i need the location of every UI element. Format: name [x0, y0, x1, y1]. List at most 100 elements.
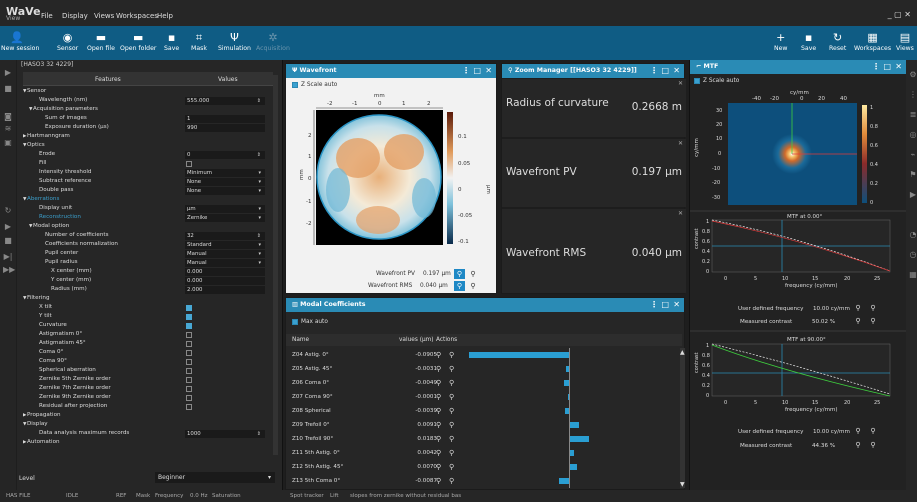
- pin-icon[interactable]: ⚲: [449, 363, 454, 375]
- pin-icon[interactable]: ⚲: [449, 475, 454, 487]
- property-row[interactable]: Y center (mm) 0.000: [23, 276, 273, 285]
- property-row[interactable]: Pupil radius Manual ▾: [23, 258, 273, 267]
- property-row[interactable]: ▼ Display: [23, 420, 273, 429]
- property-checkbox[interactable]: [186, 349, 192, 356]
- property-row[interactable]: Zernike 5th Zernike order: [23, 375, 273, 384]
- maximize-icon[interactable]: □: [473, 64, 481, 78]
- menu-file[interactable]: File: [41, 12, 53, 20]
- property-row[interactable]: Exposure duration (µs) 990: [23, 123, 273, 132]
- property-row[interactable]: ▼ Aberrations: [23, 195, 273, 204]
- property-value[interactable]: Minimum ▾: [185, 168, 265, 177]
- pin-icon[interactable]: ⚲: [868, 440, 878, 450]
- stop-icon[interactable]: ■: [3, 236, 13, 245]
- search-icon[interactable]: ⚲: [853, 316, 863, 326]
- property-row[interactable]: Zernike 7th Zernike order: [23, 384, 273, 393]
- refresh-icon[interactable]: ↻: [3, 206, 13, 215]
- property-checkbox[interactable]: [186, 358, 192, 365]
- panel-menu-icon[interactable]: ⋮: [650, 298, 658, 312]
- close-icon[interactable]: ✕: [895, 60, 902, 74]
- image-icon[interactable]: ▣: [3, 138, 13, 147]
- modal-scrollbar[interactable]: ▲ ▼: [680, 348, 686, 488]
- property-value[interactable]: 555.000 ⇕: [185, 96, 265, 105]
- mask-button[interactable]: ⌗ Mask: [191, 30, 207, 52]
- pin-icon[interactable]: ⚲: [449, 447, 454, 459]
- pin-icon[interactable]: ⚲: [449, 419, 454, 431]
- simulation-button[interactable]: Ψ Simulation: [218, 30, 251, 52]
- property-row[interactable]: X center (mm) 0.000: [23, 267, 273, 276]
- property-row[interactable]: Spherical aberration: [23, 366, 273, 375]
- property-checkbox[interactable]: [186, 403, 192, 410]
- search-icon[interactable]: ⚲: [436, 349, 441, 361]
- property-row[interactable]: ▼ Sensor: [23, 87, 273, 96]
- tool-icon[interactable]: ▦: [908, 270, 917, 279]
- search-icon[interactable]: ⚲: [436, 433, 441, 445]
- property-row[interactable]: Zernike 9th Zernike order: [23, 393, 273, 402]
- tool-icon[interactable]: ≣: [908, 110, 917, 119]
- stop-icon[interactable]: ■: [3, 84, 13, 93]
- dropdown-arrow-icon[interactable]: ▾: [258, 250, 261, 258]
- collapse-arrow-icon[interactable]: ▼: [29, 222, 32, 231]
- property-value[interactable]: 32 ⇕: [185, 231, 265, 240]
- new-session-button[interactable]: 👤 New session: [1, 30, 39, 52]
- property-value[interactable]: 0 ⇕: [185, 150, 265, 159]
- property-row[interactable]: Coma 0°: [23, 348, 273, 357]
- property-row[interactable]: Number of coefficients 32 ⇕: [23, 231, 273, 240]
- workspaces-button[interactable]: ▦ Workspaces: [854, 30, 891, 52]
- property-checkbox[interactable]: [186, 331, 192, 338]
- search-icon[interactable]: ⚲: [454, 281, 465, 291]
- property-row[interactable]: ▶ Automation: [23, 438, 273, 447]
- property-checkbox[interactable]: [186, 304, 192, 311]
- zscale-auto-checkbox[interactable]: [292, 82, 298, 88]
- search-icon[interactable]: ⚲: [436, 377, 441, 389]
- search-icon[interactable]: ⚲: [454, 269, 465, 279]
- property-row[interactable]: Curvature: [23, 321, 273, 330]
- maximize-icon[interactable]: □: [661, 64, 669, 78]
- save-workspace-button[interactable]: ▪ Save: [801, 30, 816, 52]
- property-row[interactable]: ▶ Propagation: [23, 411, 273, 420]
- collapse-arrow-icon[interactable]: ▼: [23, 141, 26, 150]
- pin-icon[interactable]: ⚲: [868, 303, 878, 313]
- acquisition-button[interactable]: ✲ Acquisition: [256, 30, 290, 52]
- property-row[interactable]: Wavelength (nm) 555.000 ⇕: [23, 96, 273, 105]
- property-row[interactable]: Double pass None ▾: [23, 186, 273, 195]
- pin-icon[interactable]: ⚲: [449, 461, 454, 473]
- close-icon[interactable]: ✕: [485, 64, 492, 78]
- search-icon[interactable]: ⚲: [436, 475, 441, 487]
- close-icon[interactable]: ✕: [673, 64, 680, 78]
- property-checkbox[interactable]: [186, 367, 192, 374]
- tool-icon[interactable]: ⌁: [908, 150, 917, 159]
- search-icon[interactable]: ⚲: [853, 426, 863, 436]
- pin-icon[interactable]: ⚲: [868, 316, 878, 326]
- maximize-icon[interactable]: □: [661, 298, 669, 312]
- tool-icon[interactable]: ◔: [908, 230, 917, 239]
- property-row[interactable]: Sum of images 1: [23, 114, 273, 123]
- property-checkbox[interactable]: [186, 160, 192, 167]
- next-icon[interactable]: ▶|: [3, 252, 13, 261]
- property-checkbox[interactable]: [186, 385, 192, 392]
- tool-icon[interactable]: ▶: [908, 190, 917, 199]
- property-row[interactable]: ▼ Acquisition parameters: [23, 105, 273, 114]
- property-checkbox[interactable]: [186, 322, 192, 329]
- collapse-arrow-icon[interactable]: ▼: [23, 195, 26, 204]
- search-icon[interactable]: ⚲: [853, 303, 863, 313]
- property-value[interactable]: Zernike ▾: [185, 213, 265, 222]
- collapse-arrow-icon[interactable]: ▼: [29, 105, 32, 114]
- close-icon[interactable]: ✕: [678, 80, 683, 87]
- play-icon[interactable]: ▶: [3, 68, 13, 77]
- property-value[interactable]: None ▾: [185, 177, 265, 186]
- fast-forward-icon[interactable]: ▶▶: [3, 265, 15, 274]
- pin-icon[interactable]: ⚲: [449, 349, 454, 361]
- sensor-button[interactable]: ◉ Sensor: [57, 30, 78, 52]
- spinner-icon[interactable]: ⇕: [257, 97, 261, 105]
- property-value[interactable]: 0.000: [185, 267, 265, 276]
- property-checkbox[interactable]: [186, 394, 192, 401]
- property-row[interactable]: Fill: [23, 159, 273, 168]
- reset-button[interactable]: ↻ Reset: [829, 30, 846, 52]
- property-value[interactable]: None ▾: [185, 186, 265, 195]
- property-row[interactable]: ▼ Filtering: [23, 294, 273, 303]
- property-value[interactable]: 0.000: [185, 276, 265, 285]
- property-row[interactable]: Intensity threshold Minimum ▾: [23, 168, 273, 177]
- pin-icon[interactable]: ⚲: [468, 269, 478, 279]
- tool-icon[interactable]: ⋮: [908, 90, 917, 99]
- dropdown-arrow-icon[interactable]: ▾: [258, 187, 261, 195]
